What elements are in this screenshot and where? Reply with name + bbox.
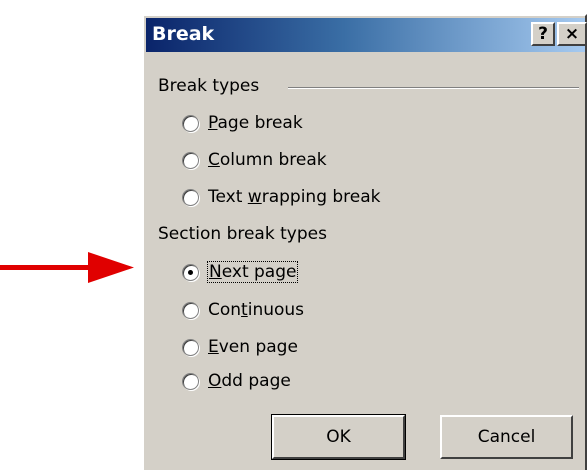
radio-even-page[interactable]: Even page	[182, 334, 298, 360]
radio-button[interactable]	[182, 338, 199, 356]
option-label: Next page	[206, 261, 299, 283]
option-label: Text wrapping break	[208, 187, 381, 207]
radio-page-break[interactable]: Page break	[182, 110, 303, 136]
option-label: Odd page	[208, 371, 291, 391]
radio-next-page[interactable]: Next page	[182, 259, 299, 285]
close-button[interactable]: ×	[557, 22, 587, 46]
ok-button[interactable]: OK	[271, 414, 406, 460]
radio-text-wrapping-break[interactable]: Text wrapping break	[182, 184, 381, 210]
radio-button[interactable]	[182, 151, 199, 169]
break-dialog: Break ? × Break types Page break Column …	[142, 14, 587, 470]
title-bar: Break ? ×	[146, 18, 587, 52]
radio-button-selected[interactable]	[182, 263, 199, 281]
dialog-title: Break	[152, 23, 215, 45]
option-label: Page break	[208, 113, 303, 133]
radio-button[interactable]	[182, 114, 199, 132]
option-label: Even page	[208, 337, 298, 357]
cancel-button[interactable]: Cancel	[440, 415, 573, 459]
radio-odd-page[interactable]: Odd page	[182, 368, 291, 394]
option-label: Column break	[208, 150, 327, 170]
group-divider	[288, 87, 579, 89]
option-label: Continuous	[208, 300, 305, 320]
radio-button[interactable]	[182, 188, 199, 206]
break-types-label: Break types	[158, 76, 260, 96]
help-button[interactable]: ?	[531, 22, 555, 46]
radio-column-break[interactable]: Column break	[182, 147, 327, 173]
section-break-types-label: Section break types	[158, 224, 327, 244]
radio-continuous[interactable]: Continuous	[182, 297, 304, 323]
red-arrow-icon	[0, 252, 134, 283]
radio-button[interactable]	[182, 301, 199, 319]
radio-button[interactable]	[182, 372, 199, 390]
